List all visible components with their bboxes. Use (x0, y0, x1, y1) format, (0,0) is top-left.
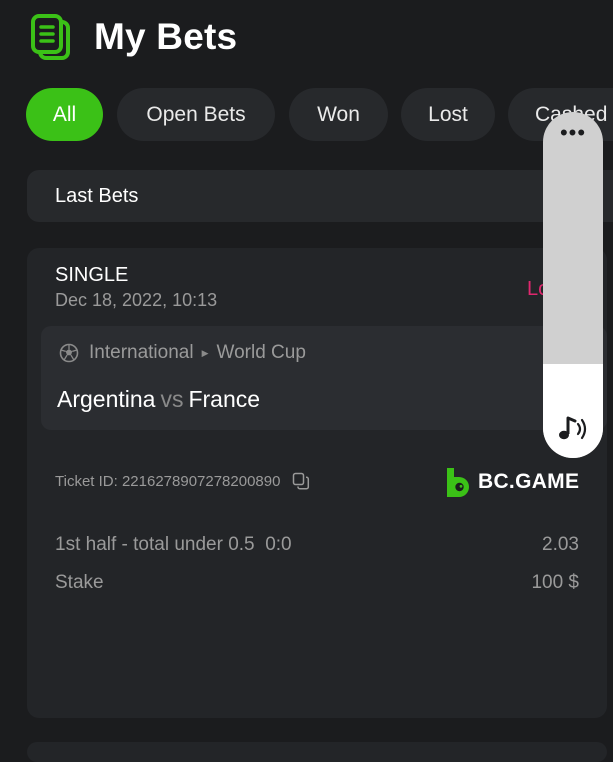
selection-label: 1st half - total under 0.5 0:0 (55, 534, 292, 556)
bc-game-logo-icon (447, 468, 469, 497)
stake-row: Stake 100 $ (55, 572, 579, 594)
bet-date: Dec 18, 2022, 10:13 (55, 290, 218, 310)
ticket-id-text: Ticket ID: 2216278907278200890 (55, 472, 281, 490)
tab-won[interactable]: Won (289, 88, 388, 141)
brand-logo: BC.GAME (445, 466, 579, 498)
breadcrumb-separator-icon: ▶ (201, 347, 209, 358)
brand-name: BC.GAME (478, 470, 580, 493)
home-team: Argentina (57, 386, 156, 412)
ticket-id: Ticket ID: 2216278907278200890 (55, 472, 310, 490)
tab-all[interactable]: All (26, 88, 103, 141)
bets-list-icon (31, 14, 70, 60)
last-bets-header[interactable]: Last Bets (27, 170, 613, 222)
bet-card[interactable]: SINGLE Dec 18, 2022, 10:13 Lost Internat… (27, 248, 607, 718)
match-info[interactable]: International ▶ World Cup Argentina vs Fra… (41, 326, 607, 430)
league-category: International (89, 342, 194, 363)
bet-type: SINGLE (55, 264, 129, 286)
page-header: My Bets (30, 12, 237, 62)
selection-market: 1st half - total under 0.5 (55, 534, 255, 555)
versus-label: vs (160, 386, 184, 412)
selection-odds: 2.03 (542, 534, 579, 555)
filter-tabs: All Open Bets Won Lost Cashed (26, 88, 613, 142)
ellipsis-icon[interactable]: ••• (543, 122, 603, 144)
league-breadcrumb: International ▶ World Cup (89, 342, 306, 364)
tab-lost[interactable]: Lost (401, 88, 495, 141)
match-teams: Argentina vs France (57, 386, 260, 413)
away-team: France (188, 386, 261, 412)
copy-icon[interactable] (292, 472, 310, 490)
sound-icon[interactable] (556, 414, 590, 444)
league-name: World Cup (216, 342, 306, 363)
tab-open-bets[interactable]: Open Bets (117, 88, 275, 141)
stake-value: 100 $ (531, 572, 579, 593)
page-title: My Bets (94, 16, 238, 57)
next-bet-card[interactable] (27, 742, 607, 762)
volume-overlay[interactable]: ••• (543, 112, 603, 458)
selection-row: 1st half - total under 0.5 0:0 2.03 (55, 534, 579, 556)
soccer-ball-icon (59, 343, 79, 363)
stake-label: Stake (55, 572, 104, 593)
selection-score: 0:0 (265, 534, 292, 555)
